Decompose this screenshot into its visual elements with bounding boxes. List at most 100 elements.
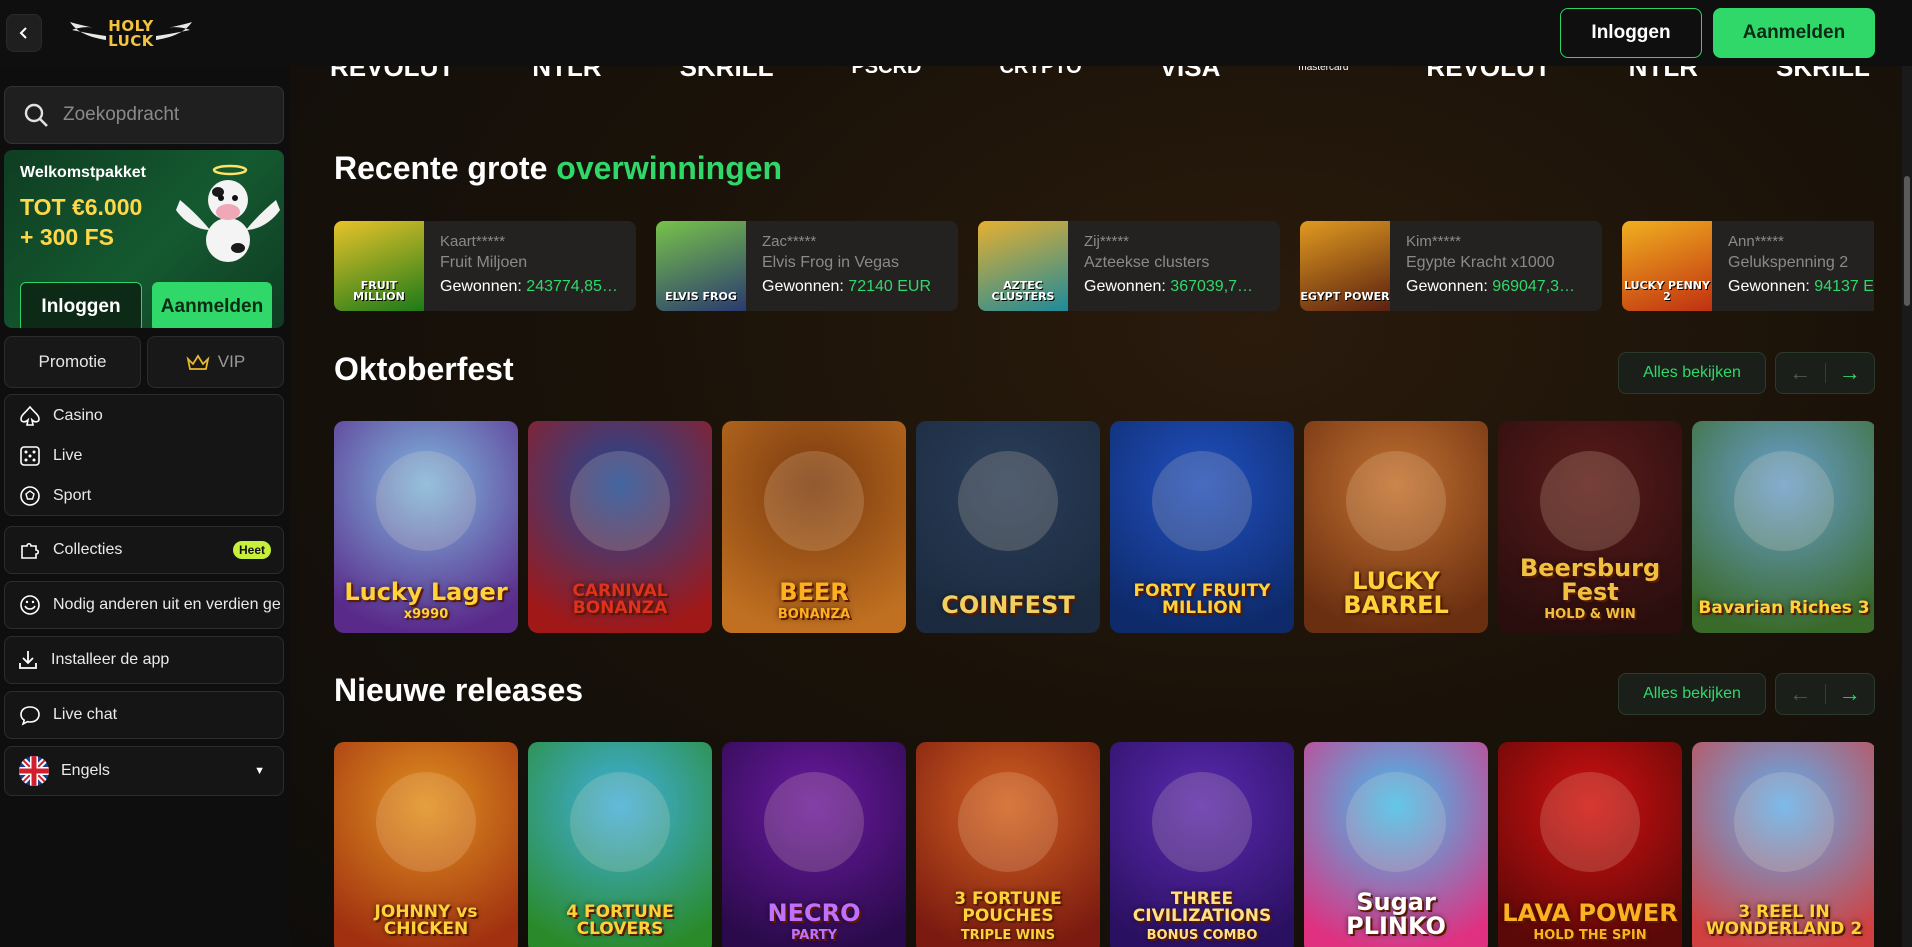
game-tile[interactable]: CARNIVAL BONANZA [528,421,712,633]
uk-flag-icon [19,756,49,786]
sidebar-item-live-chat[interactable]: Live chat [5,695,283,735]
promo-vip-tabs: Promotie VIP [4,336,284,388]
install-box: Installeer de app [4,636,284,684]
arrow-right-icon[interactable]: → [1826,360,1875,386]
sidebar-item-install-app[interactable]: Installeer de app [5,640,283,680]
game-title: 4 FORTUNE CLOVERS [566,902,674,939]
recent-wins-list: FRUIT MILLION Kaart***** Fruit Miljoen Gewo… [334,221,1874,311]
game-thumbnail: ELVIS FROG [656,221,746,311]
oktoberfest-title: Oktoberfest [334,351,514,387]
winner-username: Kaart***** [440,233,506,250]
language-selector[interactable]: Engels ▼ [4,746,284,796]
game-tile[interactable]: 3 REEL IN WONDERLAND 2 [1692,742,1874,947]
game-thumbnail: AZTEC CLUSTERS [978,221,1068,311]
game-tile[interactable]: NECRO PARTY [722,742,906,947]
sidebar-item-collections[interactable]: Collecties Heet [5,530,283,570]
welcome-package-card[interactable]: Welkomstpakket TOT €6.000 + 300 FS Inlog… [4,150,284,328]
game-tile[interactable]: COINFEST [916,421,1100,633]
game-title: LUCKY BARREL [1343,567,1449,619]
main-nav: Casino Live Sport [4,394,284,516]
game-tile[interactable]: Beersburg Fest HOLD & WIN [1498,421,1682,633]
new-releases-title: Nieuwe releases [334,672,584,708]
puzzle-icon [21,542,40,559]
chat-bubble-icon [20,706,40,726]
recent-win-card[interactable]: ELVIS FROG Zac***** Elvis Frog in Vegas Gew… [656,221,958,311]
dropdown-caret-icon: ▼ [254,765,265,777]
game-tile[interactable]: FORTY FRUITY MILLION [1110,421,1294,633]
search-box[interactable] [4,86,284,144]
game-subtitle: TRIPLE WINS [960,928,1056,943]
game-title: FORTY FRUITY MILLION [1133,581,1271,618]
game-thumbnail: EGYPT POWER [1300,221,1390,311]
recent-win-card[interactable]: EGYPT POWER Kim***** Egypte Kracht x1000 Ge… [1300,221,1602,311]
smile-icon [20,595,40,615]
game-title: NECRO [767,899,861,927]
tab-vip[interactable]: VIP [147,336,284,388]
win-amount: Gewonnen: 969047,3… [1406,278,1576,295]
scrollbar-thumb[interactable] [1904,176,1910,306]
win-game-name: Elvis Frog in Vegas [762,254,899,271]
sidebar-item-sport[interactable]: Sport [5,476,283,516]
oktoberfest-games-row: Lucky Lager x9990 CARNIVAL BONANZA BEER BONA… [334,421,1874,633]
win-game-name: Azteekse clusters [1084,254,1210,271]
collections-box: Collecties Heet [4,526,284,574]
recent-win-card[interactable]: AZTEC CLUSTERS Zij***** Azteekse clusters G… [978,221,1280,311]
game-subtitle: HOLD & WIN [1544,607,1636,622]
sidebar-item-casino[interactable]: Casino [5,396,283,436]
game-tile[interactable]: Lucky Lager x9990 [334,421,518,633]
game-title: 3 FORTUNE POUCHES [954,889,1062,926]
promo-amount: TOT €6.000 + 300 FS [20,194,143,250]
wing-left-icon [70,22,106,40]
game-title: 3 REEL IN WONDERLAND 2 [1705,902,1863,939]
game-tile[interactable]: 4 FORTUNE CLOVERS [528,742,712,947]
game-tile[interactable]: Sugar PLINKO [1304,742,1488,947]
promo-title: Welkomstpakket [20,164,146,181]
crown-icon [186,354,210,370]
game-tile[interactable]: THREE CIVILIZATIONS BONUS COMBO [1110,742,1294,947]
game-tile[interactable]: LUCKY BARREL [1304,421,1488,633]
promo-login-button[interactable]: Inloggen [20,282,142,328]
login-button[interactable]: Inloggen [1560,8,1702,58]
game-tile[interactable]: BEER BONANZA [722,421,906,633]
hot-badge: Heet [232,541,271,559]
spade-icon [20,405,40,426]
game-subtitle: HOLD THE SPIN [1533,928,1647,943]
game-tile[interactable]: Bavarian Riches 3 [1692,421,1874,633]
arrow-left-icon[interactable]: ← [1776,360,1825,386]
game-tile[interactable]: LAVA POWER HOLD THE SPIN [1498,742,1682,947]
winner-username: Kim***** [1406,233,1462,250]
page-scrollbar[interactable] [1902,66,1912,947]
game-title: COINFEST [941,591,1075,619]
new-releases-carousel-arrows: ← → [1775,673,1875,715]
winner-username: Zij***** [1084,233,1130,250]
wing-right-icon [156,22,192,40]
sidebar-item-refer[interactable]: Nodig anderen uit en verdien ge [5,585,283,625]
oktoberfest-see-all-button[interactable]: Alles bekijken [1618,352,1766,394]
signup-button[interactable]: Aanmelden [1713,8,1875,58]
new-releases-see-all-button[interactable]: Alles bekijken [1618,673,1766,715]
game-title: THREE CIVILIZATIONS [1132,889,1272,926]
recent-wins-title: Recente grote overwinningen [334,150,783,186]
game-subtitle: BONANZA [777,607,851,622]
game-thumbnail: FRUIT MILLION [334,221,424,311]
recent-win-card[interactable]: FRUIT MILLION Kaart***** Fruit Miljoen Gewo… [334,221,636,311]
winner-username: Zac***** [762,233,817,250]
sidebar-item-live[interactable]: Live [5,436,283,476]
holy-luck-logo[interactable]: HOLY LUCK [68,14,194,54]
win-game-name: Gelukspenning 2 [1728,254,1849,271]
language-item[interactable]: Engels ▼ [5,751,283,791]
game-tile[interactable]: JOHNNY vs CHICKEN [334,742,518,947]
chevron-left-icon [19,27,27,39]
promo-signup-button[interactable]: Aanmelden [152,282,272,328]
tab-promotion[interactable]: Promotie [4,336,141,388]
refer-box: Nodig anderen uit en verdien ge [4,581,284,629]
oktoberfest-carousel-arrows: ← → [1775,352,1875,394]
win-amount: Gewonnen: 72140 EUR [762,278,932,295]
arrow-left-icon[interactable]: ← [1776,681,1825,707]
game-thumbnail: LUCKY PENNY 2 [1622,221,1712,311]
game-tile[interactable]: 3 FORTUNE POUCHES TRIPLE WINS [916,742,1100,947]
recent-win-card[interactable]: LUCKY PENNY 2 Ann***** Gelukspenning 2 Gewo… [1622,221,1874,311]
back-button[interactable] [6,14,42,52]
search-input[interactable] [63,104,263,126]
arrow-right-icon[interactable]: → [1826,681,1875,707]
